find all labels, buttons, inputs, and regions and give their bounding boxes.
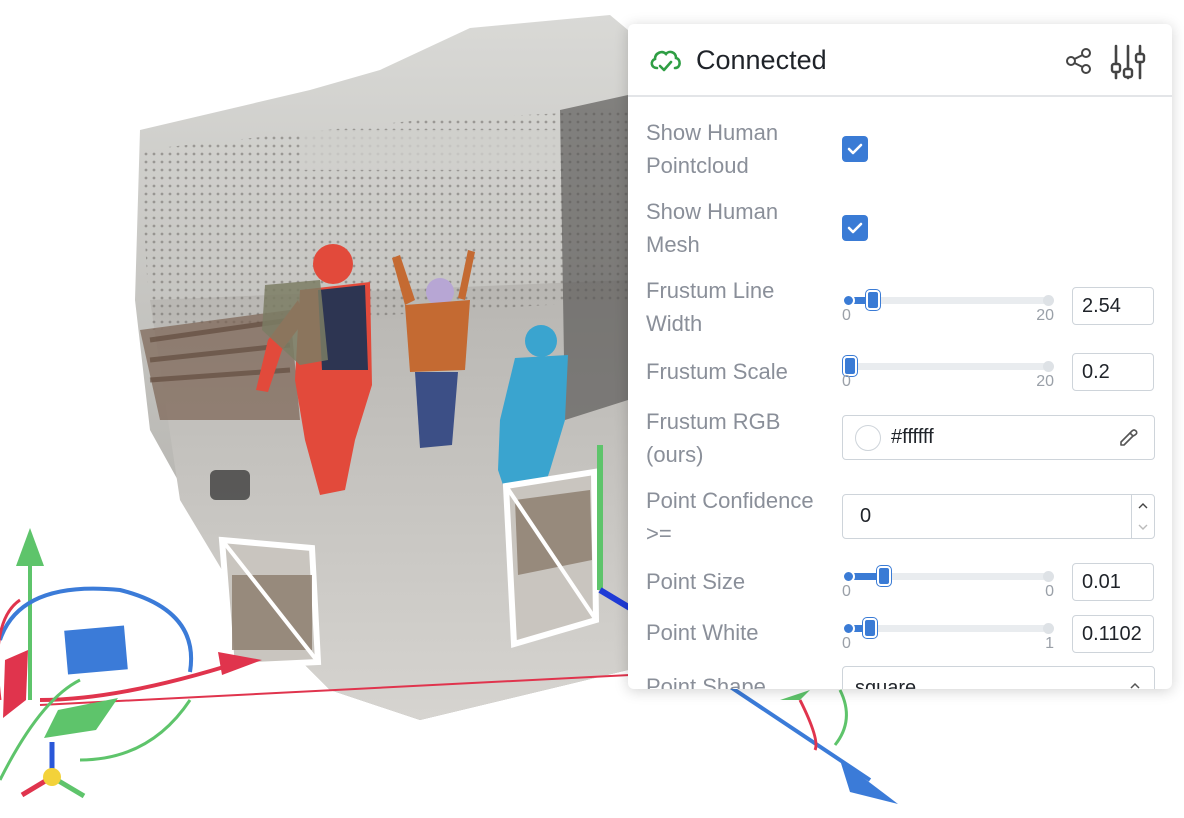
axes-triad — [20, 742, 86, 799]
point-confidence-input[interactable]: 0 — [842, 494, 1155, 539]
slider-track — [848, 625, 1048, 632]
slider-max-label: 20 — [1036, 373, 1054, 390]
connection-status: Connected — [696, 45, 827, 75]
slider-end-dot — [1043, 623, 1054, 634]
checkmark-icon — [847, 222, 863, 234]
point-white-slider[interactable]: 0 1 — [842, 614, 1054, 654]
frustum-scale-label: Frustum Scale — [646, 359, 788, 384]
slider-min-label: 0 — [842, 373, 851, 390]
frustum-line-width-input[interactable]: 2.54 — [1072, 287, 1154, 325]
chevron-up-icon[interactable] — [1132, 495, 1154, 516]
slider-min-label: 0 — [842, 583, 851, 600]
slider-start-dot — [842, 570, 855, 583]
checkmark-icon — [847, 143, 863, 155]
sliders-icon[interactable] — [1108, 42, 1148, 82]
show-human-mesh-label: Show Human Mesh — [646, 199, 779, 257]
frustum-line-width-slider[interactable]: 0 20 — [842, 286, 1054, 326]
cloud-check-icon — [650, 50, 681, 72]
slider-min-label: 0 — [842, 307, 851, 324]
chevron-down-icon[interactable] — [1132, 517, 1154, 538]
show-human-mesh-checkbox[interactable] — [842, 215, 868, 241]
frustum-rgb-label: Frustum RGB (ours) — [646, 409, 781, 467]
number-stepper — [1131, 495, 1154, 538]
slider-max-label: 1 — [1045, 635, 1054, 652]
chevron-up-icon — [1130, 682, 1140, 689]
color-swatch[interactable] — [855, 425, 881, 451]
point-white-label: Point White — [646, 620, 759, 645]
point-size-label: Point Size — [646, 569, 746, 594]
point-shape-select[interactable]: square — [842, 666, 1155, 689]
eyedropper-icon[interactable] — [1117, 427, 1139, 449]
share-icon[interactable] — [1064, 46, 1094, 76]
point-shape-value: square — [855, 677, 917, 689]
slider-min-label: 0 — [842, 635, 851, 652]
slider-track — [848, 363, 1048, 370]
slider-start-dot — [842, 622, 855, 635]
slider-thumb[interactable] — [877, 566, 891, 586]
frustum-scale-slider[interactable]: 0 20 — [842, 352, 1054, 392]
frustum-rgb-color-input[interactable]: #ffffff — [842, 415, 1155, 460]
point-size-slider[interactable]: 0 0 — [842, 562, 1054, 602]
control-panel: Connected Show Human Pointcloud Show Hum… — [628, 24, 1172, 689]
slider-max-label: 0 — [1045, 583, 1054, 600]
camera-frustum-right — [502, 468, 600, 648]
show-human-pointcloud-checkbox[interactable] — [842, 136, 868, 162]
panel-header: Connected — [628, 24, 1172, 97]
camera-frustum-left — [218, 536, 322, 670]
slider-thumb[interactable] — [866, 290, 881, 310]
slider-end-dot — [1043, 361, 1054, 372]
color-hex-value: #ffffff — [891, 426, 934, 448]
slider-end-dot — [1043, 295, 1054, 306]
show-human-pointcloud-label: Show Human Pointcloud — [646, 120, 779, 178]
point-shape-label: Point Shape — [646, 674, 766, 689]
frustum-scale-input[interactable]: 0.2 — [1072, 353, 1154, 391]
slider-start-dot — [842, 294, 855, 307]
slider-thumb[interactable] — [863, 618, 877, 638]
frustum-line-width-label: Frustum Line Width — [646, 278, 775, 336]
point-confidence-label: Point Confidence >= — [646, 488, 814, 546]
point-confidence-value: 0 — [860, 505, 872, 527]
slider-max-label: 20 — [1036, 307, 1054, 324]
point-white-input[interactable]: 0.1102 — [1072, 615, 1154, 653]
point-size-input[interactable]: 0.01 — [1072, 563, 1154, 601]
slider-end-dot — [1043, 571, 1054, 582]
